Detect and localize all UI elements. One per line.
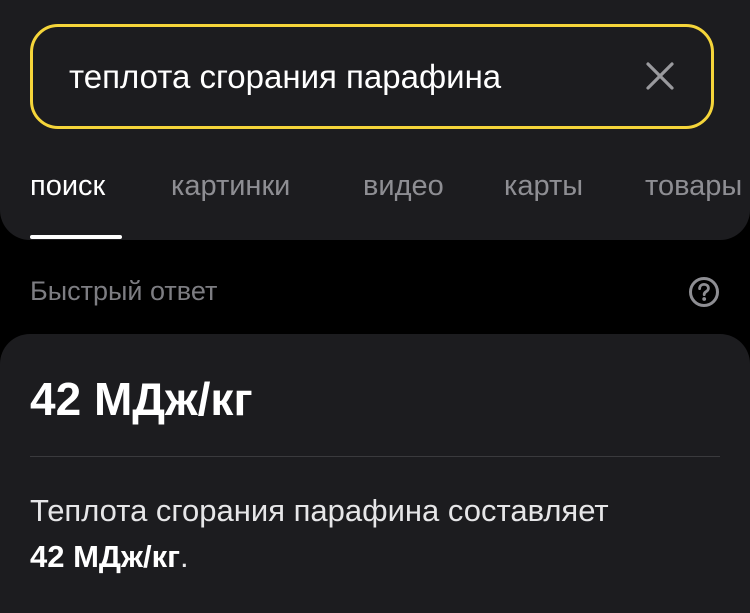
search-tabs: поиск картинки видео карты товары xyxy=(0,160,750,240)
tab-images[interactable]: картинки xyxy=(171,170,290,203)
question-circle-icon[interactable] xyxy=(688,276,720,308)
search-box[interactable] xyxy=(30,24,714,129)
active-tab-indicator xyxy=(30,235,122,239)
tab-search[interactable]: поиск xyxy=(30,170,105,203)
answer-description-value: 42 МДж/кг xyxy=(30,539,181,574)
answer-description-prefix: Теплота сгорания парафина составляет xyxy=(30,493,609,528)
tab-maps[interactable]: карты xyxy=(504,170,583,203)
close-icon[interactable] xyxy=(645,61,675,91)
quick-answer-header: Быстрый ответ xyxy=(30,276,218,306)
search-header-panel: поиск картинки видео карты товары xyxy=(0,0,750,240)
quick-answer-card: 42 МДж/кг Теплота сгорания парафина сост… xyxy=(0,334,750,613)
search-results-screen: поиск картинки видео карты товары Быстры… xyxy=(0,0,750,613)
answer-description: Теплота сгорания парафина составляет 42 М… xyxy=(30,488,720,580)
tab-products[interactable]: товары xyxy=(645,170,742,203)
tab-video[interactable]: видео xyxy=(363,170,444,203)
answer-description-suffix: . xyxy=(180,539,189,574)
search-input[interactable] xyxy=(69,27,629,126)
divider xyxy=(30,456,720,457)
answer-value: 42 МДж/кг xyxy=(30,373,253,425)
